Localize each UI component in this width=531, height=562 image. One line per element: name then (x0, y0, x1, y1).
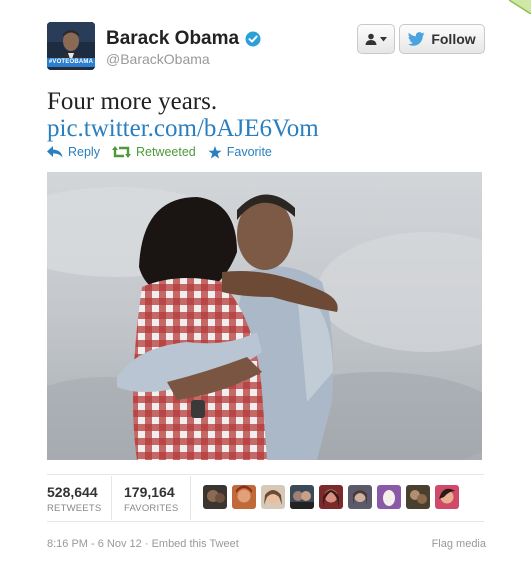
tweet-actions: Reply Retweeted Favorite (47, 143, 284, 161)
favoriter-avatar[interactable] (290, 485, 314, 509)
tweet-timestamp[interactable]: 8:16 PM - 6 Nov 12 (47, 538, 142, 550)
author-name-row: Barack Obama (106, 28, 261, 50)
favoriter-avatar[interactable] (232, 485, 256, 509)
favoriter-avatar[interactable] (377, 485, 401, 509)
stats-top-divider (47, 474, 484, 475)
favoriter-avatar[interactable] (348, 485, 372, 509)
verified-badge-icon (245, 31, 261, 47)
retweets-stat[interactable]: 528,644 RETWEETS (47, 484, 101, 514)
retweet-icon (111, 146, 131, 158)
reply-label: Reply (68, 145, 100, 159)
flag-media-link[interactable]: Flag media (432, 538, 486, 550)
follow-button[interactable]: Follow (399, 24, 485, 54)
follow-label: Follow (431, 31, 476, 47)
retweets-count: 528,644 (47, 484, 98, 500)
footer-divider (47, 521, 484, 522)
user-actions-button[interactable] (357, 24, 395, 54)
tweet-media-link[interactable]: pic.twitter.com/bAJE6Vom (47, 115, 319, 143)
tweet-photo[interactable] (47, 172, 482, 460)
person-icon (365, 33, 377, 45)
reply-button[interactable]: Reply (47, 145, 100, 159)
bird-icon (408, 32, 425, 46)
retweets-label: RETWEETS (47, 503, 102, 514)
favorites-stat[interactable]: 179,164 FAVORITES (124, 484, 178, 514)
favorite-label: Favorite (226, 145, 272, 159)
author-handle[interactable]: @BarackObama (106, 51, 210, 67)
embed-tweet-link[interactable]: Embed this Tweet (152, 538, 239, 550)
avatar-caption: #VOTEOBAMA (47, 58, 95, 67)
author-name[interactable]: Barack Obama (106, 28, 239, 50)
tweet-text: Four more years. (47, 88, 218, 115)
favoriters-list (203, 485, 459, 509)
favoriter-avatar[interactable] (435, 485, 459, 509)
retweet-button[interactable]: Retweeted (111, 145, 196, 159)
avatar[interactable]: #VOTEOBAMA (47, 22, 95, 70)
footer-separator: · (141, 538, 152, 550)
favoriter-avatar[interactable] (203, 485, 227, 509)
corner-badge (509, 0, 531, 14)
favorites-label: FAVORITES (124, 503, 179, 514)
favoriter-avatar[interactable] (261, 485, 285, 509)
retweet-label: Retweeted (135, 145, 196, 159)
favoriter-avatar[interactable] (406, 485, 430, 509)
caret-down-icon (380, 36, 387, 41)
embrace-photo (47, 172, 482, 460)
favorites-count: 179,164 (124, 484, 175, 500)
stat-separator (111, 476, 112, 520)
reply-arrow-icon (47, 146, 63, 158)
star-icon (208, 145, 222, 158)
favoriter-avatar[interactable] (319, 485, 343, 509)
tweet-footer: 8:16 PM - 6 Nov 12 · Embed this Tweet (47, 538, 239, 550)
favorite-button[interactable]: Favorite (208, 145, 272, 159)
stat-separator (190, 476, 191, 520)
